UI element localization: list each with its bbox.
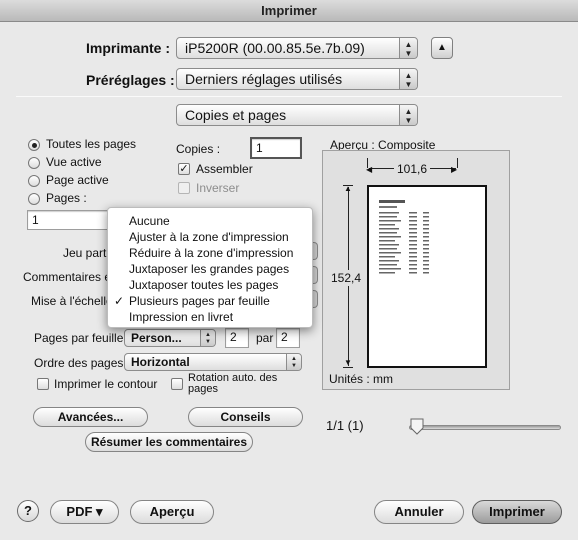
- scaling-label: Mise à l'échelle: [31, 294, 113, 308]
- preview-button[interactable]: Aperçu: [130, 500, 214, 524]
- popup-arrows-icon: ▲ ▼: [399, 38, 417, 58]
- columns-field[interactable]: 2: [225, 328, 249, 348]
- scaling-menu-item-label: Réduire à la zone d'impression: [129, 246, 294, 260]
- copies-field[interactable]: 1: [250, 137, 302, 159]
- scaling-menu: Aucune Ajuster à la zone d'impression Rédu…: [107, 207, 313, 328]
- pages-per-sheet-popup[interactable]: Person... ▲ ▼: [124, 329, 216, 347]
- scaling-menu-item-label: Juxtaposer toutes les pages: [129, 278, 279, 292]
- presets-popup[interactable]: Derniers réglages utilisés ▲ ▼: [176, 68, 418, 90]
- popup-arrows-icon: ▲ ▼: [286, 354, 301, 370]
- arrow-right-icon: ▶: [451, 165, 458, 174]
- cancel-button[interactable]: Annuler: [374, 500, 464, 524]
- printer-value: iP5200R (00.00.85.5e.7b.09): [185, 40, 365, 56]
- printer-details-toggle-button[interactable]: ▲: [431, 37, 453, 59]
- presets-label: Préréglages :: [86, 72, 175, 88]
- page-range-radio[interactable]: [28, 157, 40, 169]
- zoom-slider-track[interactable]: [409, 425, 561, 430]
- print-button[interactable]: Imprimer: [472, 500, 562, 524]
- auto-rotate-checkbox[interactable]: [171, 378, 183, 390]
- scaling-menu-item[interactable]: Aucune: [108, 213, 312, 229]
- print-outline-label: Imprimer le contour: [54, 377, 158, 391]
- scaling-menu-item[interactable]: Impression en livret: [108, 309, 312, 325]
- rows-field[interactable]: 2: [276, 328, 300, 348]
- scaling-menu-item[interactable]: Juxtaposer toutes les pages: [108, 277, 312, 293]
- popup-arrows-icon: ▲ ▼: [200, 330, 215, 346]
- auto-rotate-label: Rotation auto. des pages: [188, 373, 277, 395]
- scaling-menu-item[interactable]: Réduire à la zone d'impression: [108, 245, 312, 261]
- printer-popup[interactable]: iP5200R (00.00.85.5e.7b.09) ▲ ▼: [176, 37, 418, 59]
- advanced-button[interactable]: Avancées...: [33, 407, 148, 427]
- reverse-checkbox[interactable]: [178, 182, 190, 194]
- popup-arrows-icon: ▲ ▼: [399, 69, 417, 89]
- comments-label: Commentaires et: [23, 270, 115, 284]
- scaling-menu-item-label: Impression en livret: [129, 310, 234, 324]
- page-order-value: Horizontal: [131, 355, 190, 369]
- scaling-menu-item[interactable]: Ajuster à la zone d'impression: [108, 229, 312, 245]
- summarize-comments-button[interactable]: Résumer les commentaires: [85, 432, 253, 452]
- preview-height-value: 152,4: [331, 270, 362, 286]
- page-order-label: Ordre des pages: [34, 356, 124, 370]
- preview-units: Unités : mm: [329, 372, 394, 386]
- presets-value: Derniers réglages utilisés: [185, 71, 343, 87]
- page-range-option-label: Pages :: [46, 191, 87, 205]
- pdf-menu-button[interactable]: PDF ▾: [50, 500, 119, 524]
- pages-per-sheet-value: Person...: [131, 331, 182, 345]
- scaling-menu-item[interactable]: Juxtaposer les grandes pages: [108, 261, 312, 277]
- page-order-popup[interactable]: Horizontal ▲ ▼: [124, 353, 302, 371]
- page-range-option-label: Page active: [46, 173, 109, 187]
- panel-value: Copies et pages: [185, 107, 287, 123]
- zoom-slider-thumb[interactable]: [410, 418, 424, 435]
- preview-page-count: 1/1 (1): [326, 418, 364, 433]
- checkmark-icon: ✓: [114, 294, 125, 308]
- slider-thumb-icon: [410, 418, 424, 435]
- page-content-thumbnail: [379, 200, 429, 274]
- page-range-radio[interactable]: [28, 175, 40, 187]
- scaling-menu-item-label: Aucune: [129, 214, 170, 228]
- auto-rotate-label-line2: pages: [188, 383, 218, 395]
- collate-label: Assembler: [196, 162, 253, 176]
- page-thumbnail: [367, 185, 487, 368]
- arrow-left-icon: ◀: [366, 165, 373, 174]
- scaling-menu-item-label: Juxtaposer les grandes pages: [129, 262, 290, 276]
- scaling-menu-item-label: Plusieurs pages par feuille: [129, 294, 270, 308]
- window-title: Imprimer: [0, 0, 578, 22]
- collate-checkbox[interactable]: ✓: [178, 163, 190, 175]
- reverse-label: Inverser: [196, 181, 240, 195]
- by-label: par: [256, 331, 274, 345]
- arrow-down-icon: ▼: [344, 358, 352, 367]
- preview-width-value: 101,6: [394, 162, 431, 176]
- printer-label: Imprimante :: [86, 40, 171, 56]
- popup-arrows-icon: ▲ ▼: [399, 105, 417, 125]
- scaling-menu-item-label: Ajuster à la zone d'impression: [129, 230, 289, 244]
- arrow-up-icon: ▲: [344, 184, 352, 193]
- print-outline-checkbox[interactable]: [37, 378, 49, 390]
- panel-popup[interactable]: Copies et pages ▲ ▼: [176, 104, 418, 126]
- page-range-radio[interactable]: [28, 139, 40, 151]
- pages-per-sheet-label: Pages par feuille: [34, 331, 124, 345]
- page-range-option-label: Toutes les pages: [46, 137, 137, 151]
- page-range-field[interactable]: 1: [27, 210, 111, 230]
- tips-button[interactable]: Conseils: [188, 407, 303, 427]
- page-range-option-label: Vue active: [46, 155, 102, 169]
- scaling-menu-item[interactable]: ✓ Plusieurs pages par feuille: [108, 293, 312, 309]
- help-button[interactable]: ?: [17, 500, 39, 522]
- height-tick-bottom: [343, 367, 353, 368]
- copies-label: Copies :: [176, 142, 221, 156]
- divider: [16, 96, 562, 97]
- page-range-radio[interactable]: [28, 193, 40, 205]
